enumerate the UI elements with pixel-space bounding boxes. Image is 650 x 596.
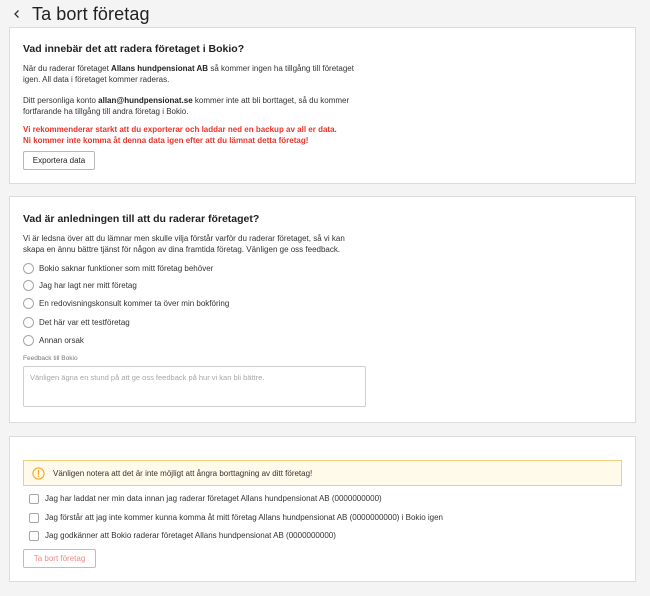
- checkbox[interactable]: [29, 530, 39, 541]
- irreversible-notice: Vänligen notera att det är inte möjligt …: [23, 460, 622, 486]
- reason-title: Vad är anledningen till att du raderar f…: [23, 213, 260, 225]
- info-p1-before: När du raderar företaget: [23, 64, 112, 73]
- radio-label: En redovisningskonsult kommer ta över mi…: [39, 299, 230, 308]
- company-name: Allans hundpensionat AB: [111, 64, 209, 73]
- radio-label: Jag har lagt ner mitt företag: [39, 281, 137, 290]
- radio-option-accountant[interactable]: En redovisningskonsult kommer ta över mi…: [23, 297, 229, 310]
- page-header: Ta bort företag: [10, 3, 150, 25]
- radio-option-closed-company[interactable]: Jag har lagt ner mitt företag: [23, 279, 137, 292]
- radio-button[interactable]: [23, 280, 34, 291]
- info-card: Vad innebär det att radera företaget i B…: [9, 27, 636, 184]
- confirm-check-downloaded[interactable]: Jag har laddat ner min data innan jag ra…: [29, 492, 382, 505]
- backup-warning-2: Ni kommer inte komma åt denna data igen …: [23, 136, 309, 145]
- checkbox-label: Jag har laddat ner min data innan jag ra…: [45, 494, 382, 503]
- confirm-check-approve[interactable]: Jag godkänner att Bokio raderar företage…: [29, 529, 336, 542]
- radio-button[interactable]: [23, 263, 34, 274]
- page-title: Ta bort företag: [32, 3, 150, 24]
- info-paragraph-1: När du raderar företaget Allans hundpens…: [23, 63, 368, 85]
- radio-label: Bokio saknar funktioner som mitt företag…: [39, 264, 214, 273]
- delete-company-button[interactable]: Ta bort företag: [23, 549, 96, 568]
- reason-intro: Vi är ledsna över att du lämnar men skul…: [23, 234, 345, 254]
- checkbox-label: Jag förstår att jag inte kommer kunna ko…: [45, 513, 444, 522]
- confirm-check-no-access[interactable]: Jag förstår att jag inte kommer kunna ko…: [29, 511, 443, 524]
- info-title: Vad innebär det att radera företaget i B…: [23, 43, 245, 55]
- radio-option-test-company[interactable]: Det här var ett testföretag: [23, 316, 130, 329]
- export-data-button[interactable]: Exportera data: [23, 151, 95, 170]
- radio-button[interactable]: [23, 335, 34, 346]
- radio-button[interactable]: [23, 317, 34, 328]
- radio-button[interactable]: [23, 298, 34, 309]
- confirm-card: Vänligen notera att det är inte möjligt …: [9, 436, 636, 582]
- reason-card: Vad är anledningen till att du raderar f…: [9, 196, 636, 423]
- radio-label: Annan orsak: [39, 336, 84, 345]
- chevron-left-icon[interactable]: [10, 7, 24, 21]
- radio-option-missing-features[interactable]: Bokio saknar funktioner som mitt företag…: [23, 262, 213, 275]
- feedback-textarea[interactable]: [23, 366, 366, 407]
- checkbox[interactable]: [29, 493, 39, 504]
- checkbox[interactable]: [29, 512, 39, 523]
- info-p2-before: Ditt personliga konto: [23, 96, 99, 105]
- radio-option-other[interactable]: Annan orsak: [23, 334, 84, 347]
- warning-circle-icon: [32, 466, 45, 480]
- checkbox-label: Jag godkänner att Bokio raderar företage…: [45, 531, 336, 540]
- notice-text: Vänligen notera att det är inte möjligt …: [53, 468, 313, 478]
- backup-warning-1: Vi rekommenderar starkt att du exportera…: [23, 125, 337, 134]
- info-paragraph-2: Ditt personliga konto allan@hundpensiona…: [23, 95, 368, 117]
- radio-label: Det här var ett testföretag: [39, 318, 130, 327]
- user-email: allan@hundpensionat.se: [98, 96, 193, 105]
- feedback-label: Feedback till Bokio: [23, 355, 78, 362]
